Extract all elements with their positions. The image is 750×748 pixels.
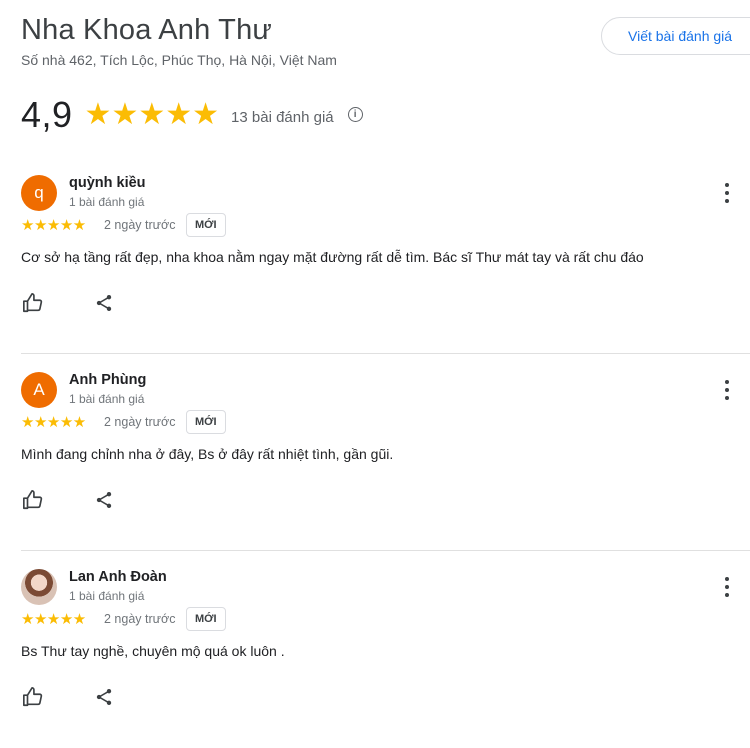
thumb-up-icon[interactable]: [22, 292, 44, 314]
share-icon[interactable]: [94, 292, 114, 314]
more-vert-icon[interactable]: [719, 577, 735, 597]
more-vert-icon[interactable]: [719, 183, 735, 203]
new-badge: MỚI: [186, 213, 226, 237]
avatar[interactable]: q: [21, 175, 57, 211]
review-stars: ★★★★★: [21, 611, 86, 628]
write-review-button[interactable]: Viết bài đánh giá: [601, 17, 750, 55]
review-stars: ★★★★★: [21, 217, 86, 234]
share-icon[interactable]: [94, 489, 114, 511]
thumb-up-icon[interactable]: [22, 686, 44, 708]
review-card: Lan Anh Đoàn 1 bài đánh giá ★★★★★ 2 ngày…: [0, 551, 750, 748]
reviewer-name[interactable]: Anh Phùng: [69, 372, 146, 388]
rating-stars: ★★★★★: [84, 98, 220, 131]
business-address: Số nhà 462, Tích Lộc, Phúc Thọ, Hà Nội, …: [21, 52, 337, 68]
new-badge: MỚI: [186, 607, 226, 631]
new-badge: MỚI: [186, 410, 226, 434]
reviewer-name[interactable]: Lan Anh Đoàn: [69, 569, 167, 585]
share-icon[interactable]: [94, 686, 114, 708]
rating-value: 4,9: [21, 94, 73, 135]
reviewer-name[interactable]: quỳnh kiều: [69, 175, 146, 191]
review-text: Mình đang chỉnh nha ở đây, Bs ở đây rất …: [21, 446, 394, 462]
avatar[interactable]: A: [21, 372, 57, 408]
page-title: Nha Khoa Anh Thư: [21, 14, 273, 46]
review-text: Cơ sở hạ tầng rất đẹp, nha khoa nằm ngay…: [21, 249, 644, 265]
review-stars: ★★★★★: [21, 414, 86, 431]
more-vert-icon[interactable]: [719, 380, 735, 400]
reviewer-meta: 1 bài đánh giá: [69, 392, 145, 406]
review-count[interactable]: 13 bài đánh giá: [231, 109, 334, 126]
review-date: 2 ngày trước: [104, 415, 176, 429]
review-date: 2 ngày trước: [104, 218, 176, 232]
rating-summary: 4,9 ★★★★★ 13 bài đánh giá i: [21, 90, 363, 140]
review-date: 2 ngày trước: [104, 612, 176, 626]
reviewer-meta: 1 bài đánh giá: [69, 195, 145, 209]
info-icon[interactable]: i: [347, 106, 363, 122]
thumb-up-icon[interactable]: [22, 489, 44, 511]
review-text: Bs Thư tay nghề, chuyên mộ quá ok luôn .: [21, 643, 285, 659]
reviewer-meta: 1 bài đánh giá: [69, 589, 145, 603]
avatar[interactable]: [21, 569, 57, 605]
review-card: q quỳnh kiều 1 bài đánh giá ★★★★★ 2 ngày…: [0, 157, 750, 354]
review-card: A Anh Phùng 1 bài đánh giá ★★★★★ 2 ngày …: [0, 354, 750, 551]
